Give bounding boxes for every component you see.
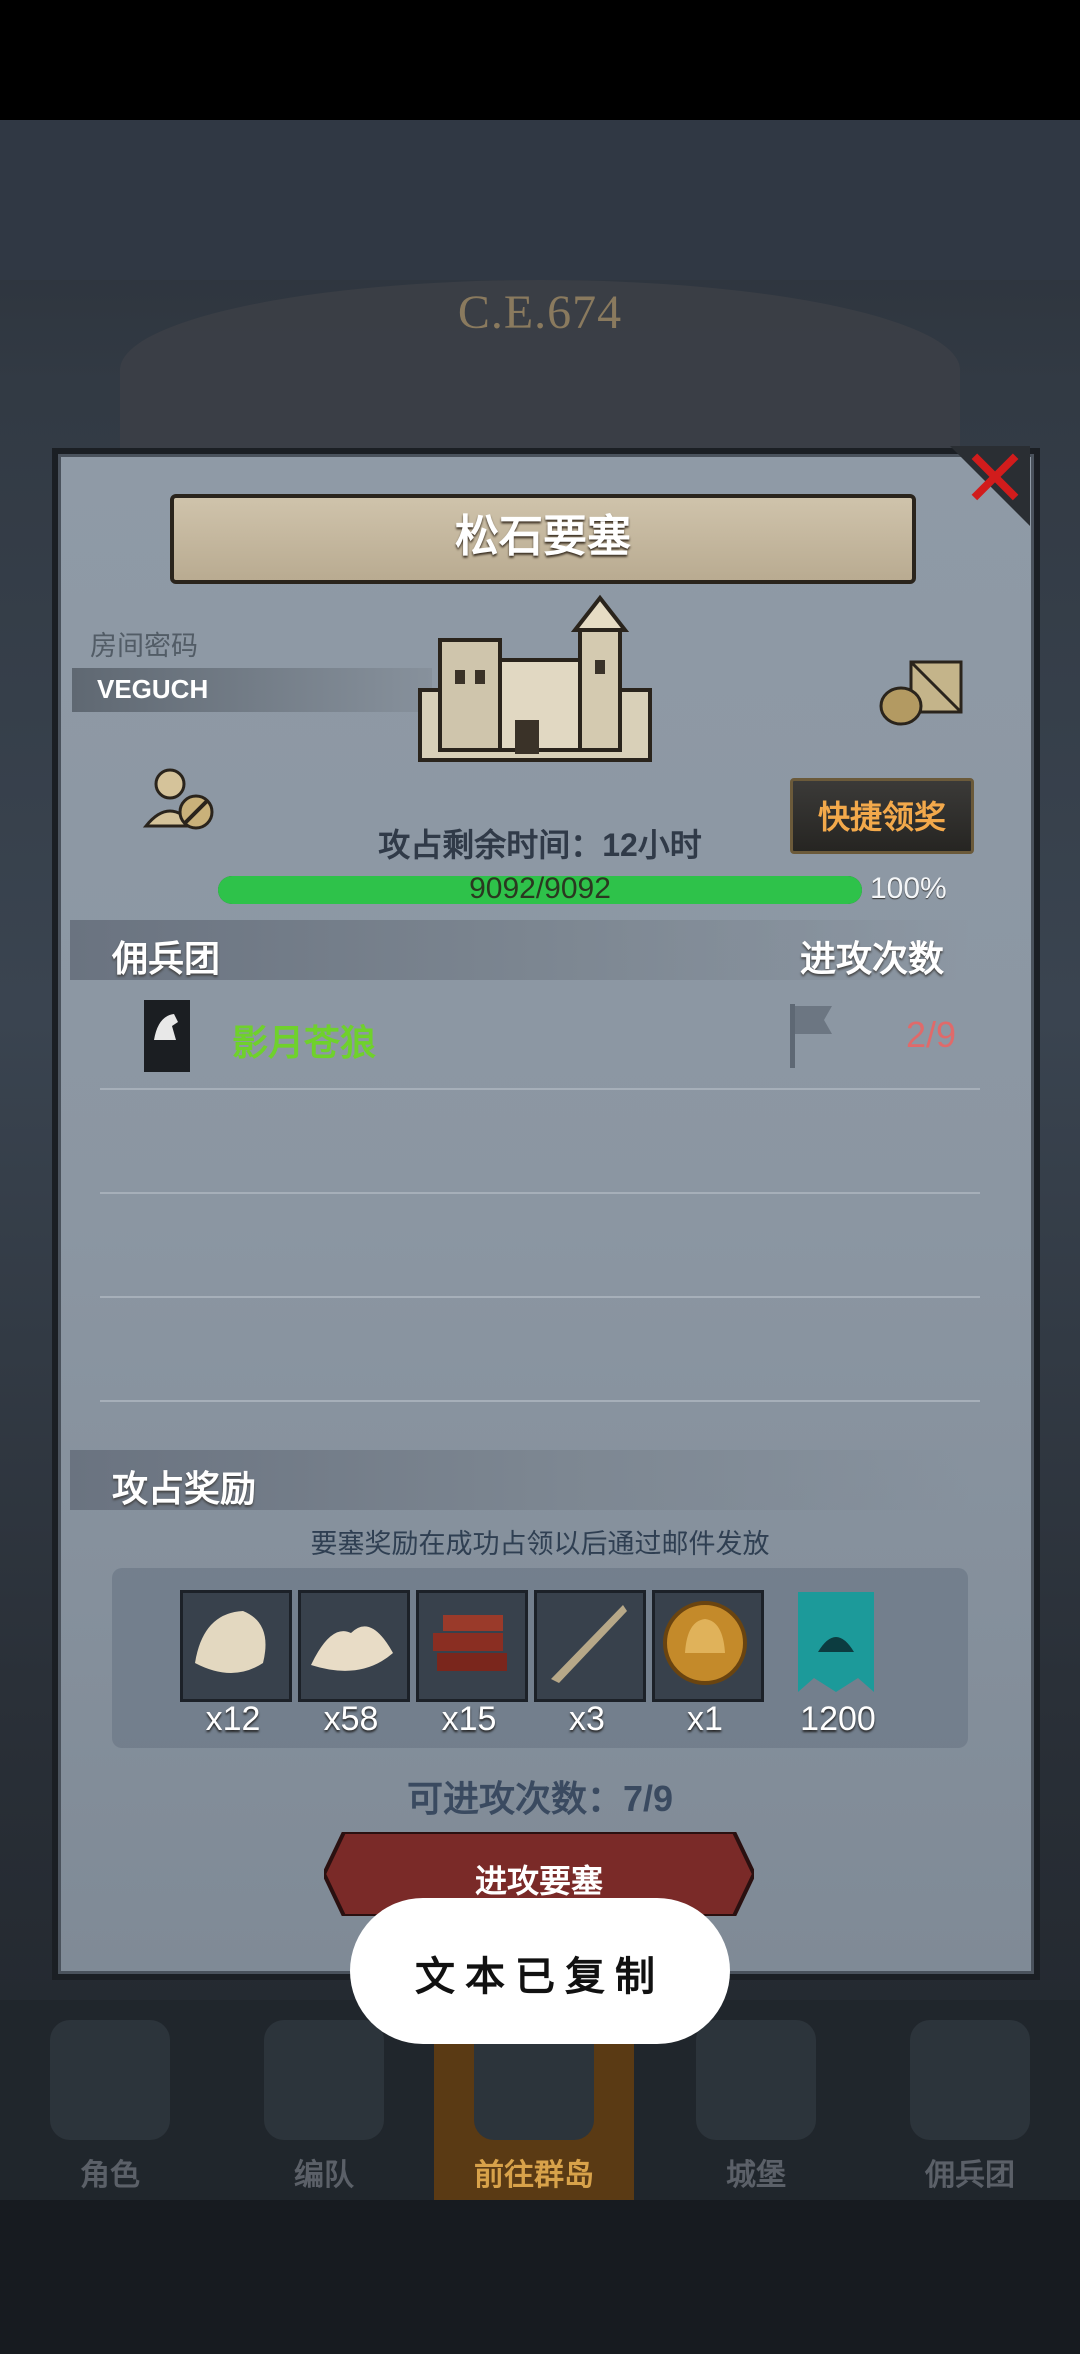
health-percent: 100% bbox=[870, 872, 947, 905]
reward-qty: x58 bbox=[323, 1700, 379, 1738]
time-remaining: 攻占剩余时间：12小时 bbox=[378, 827, 702, 863]
nav-item-character[interactable]: 角色 bbox=[10, 2010, 210, 2200]
teal-banner-icon[interactable] bbox=[798, 1592, 874, 1692]
reward-qty: x12 bbox=[205, 1700, 261, 1738]
attacks-header: 进攻次数 bbox=[800, 938, 945, 979]
reward-qty: x3 bbox=[569, 1700, 605, 1738]
castle-icon bbox=[696, 2020, 816, 2140]
fortress-icon bbox=[418, 594, 652, 762]
room-password-value[interactable]: VEGUCH bbox=[97, 674, 208, 705]
mercenary-icon bbox=[910, 2020, 1030, 2140]
wool-icon[interactable] bbox=[298, 1590, 410, 1702]
nav-label: 前往群岛 bbox=[474, 2159, 594, 2192]
close-icon[interactable]: ✕ bbox=[960, 439, 1030, 519]
list-item-empty bbox=[100, 1088, 980, 1194]
list-item-empty bbox=[100, 1296, 980, 1402]
reward-section-title: 攻占奖励 bbox=[112, 1468, 257, 1509]
reward-note: 要塞奖励在成功占领以后通过邮件发放 bbox=[310, 1529, 770, 1559]
nav-label: 城堡 bbox=[726, 2159, 786, 2192]
dialog-title: 松石要塞 bbox=[455, 512, 631, 561]
fur-pelt-icon[interactable] bbox=[180, 1590, 292, 1702]
mercenary-section-title: 佣兵团 bbox=[112, 938, 221, 979]
nav-item-castle[interactable]: 城堡 bbox=[656, 2010, 856, 2200]
bottom-area bbox=[0, 2200, 1080, 2354]
status-bar bbox=[0, 0, 1080, 120]
nav-label: 佣兵团 bbox=[925, 2159, 1015, 2192]
nav-item-mercenary[interactable]: 佣兵团 bbox=[870, 2010, 1070, 2200]
helmet-icon bbox=[264, 2020, 384, 2140]
nav-label: 角色 bbox=[80, 2159, 140, 2192]
reward-bag-icon[interactable] bbox=[876, 656, 966, 726]
character-icon bbox=[50, 2020, 170, 2140]
reward-qty: x15 bbox=[441, 1700, 497, 1738]
horn-icon[interactable] bbox=[534, 1590, 646, 1702]
mercenary-name: 影月苍狼 bbox=[232, 1022, 377, 1063]
toast-message: 文本已复制 bbox=[415, 1955, 665, 1999]
nav-label: 编队 bbox=[294, 2159, 354, 2192]
flag-icon bbox=[790, 1004, 832, 1068]
wolf-banner-icon bbox=[144, 1000, 190, 1072]
attempts-remaining: 可进攻次数：7/9 bbox=[406, 1778, 674, 1819]
reward-qty: 1200 bbox=[800, 1700, 876, 1738]
year-label: C.E.674 bbox=[457, 286, 623, 339]
health-value: 9092/9092 bbox=[469, 872, 611, 905]
list-item-empty bbox=[100, 1192, 980, 1298]
knight-helmet-coin-icon[interactable] bbox=[652, 1590, 764, 1702]
mercenary-attack-count: 2/9 bbox=[906, 1014, 957, 1055]
user-blocked-icon[interactable] bbox=[140, 766, 220, 836]
room-password-label: 房间密码 bbox=[90, 631, 198, 661]
nav-item-formation[interactable]: 编队 bbox=[224, 2010, 424, 2200]
attack-fortress-label: 进攻要塞 bbox=[474, 1863, 603, 1899]
wood-planks-icon[interactable] bbox=[416, 1590, 528, 1702]
top-band bbox=[0, 120, 1080, 280]
quick-claim-label: 快捷领奖 bbox=[817, 799, 946, 835]
reward-qty: x1 bbox=[687, 1700, 723, 1738]
